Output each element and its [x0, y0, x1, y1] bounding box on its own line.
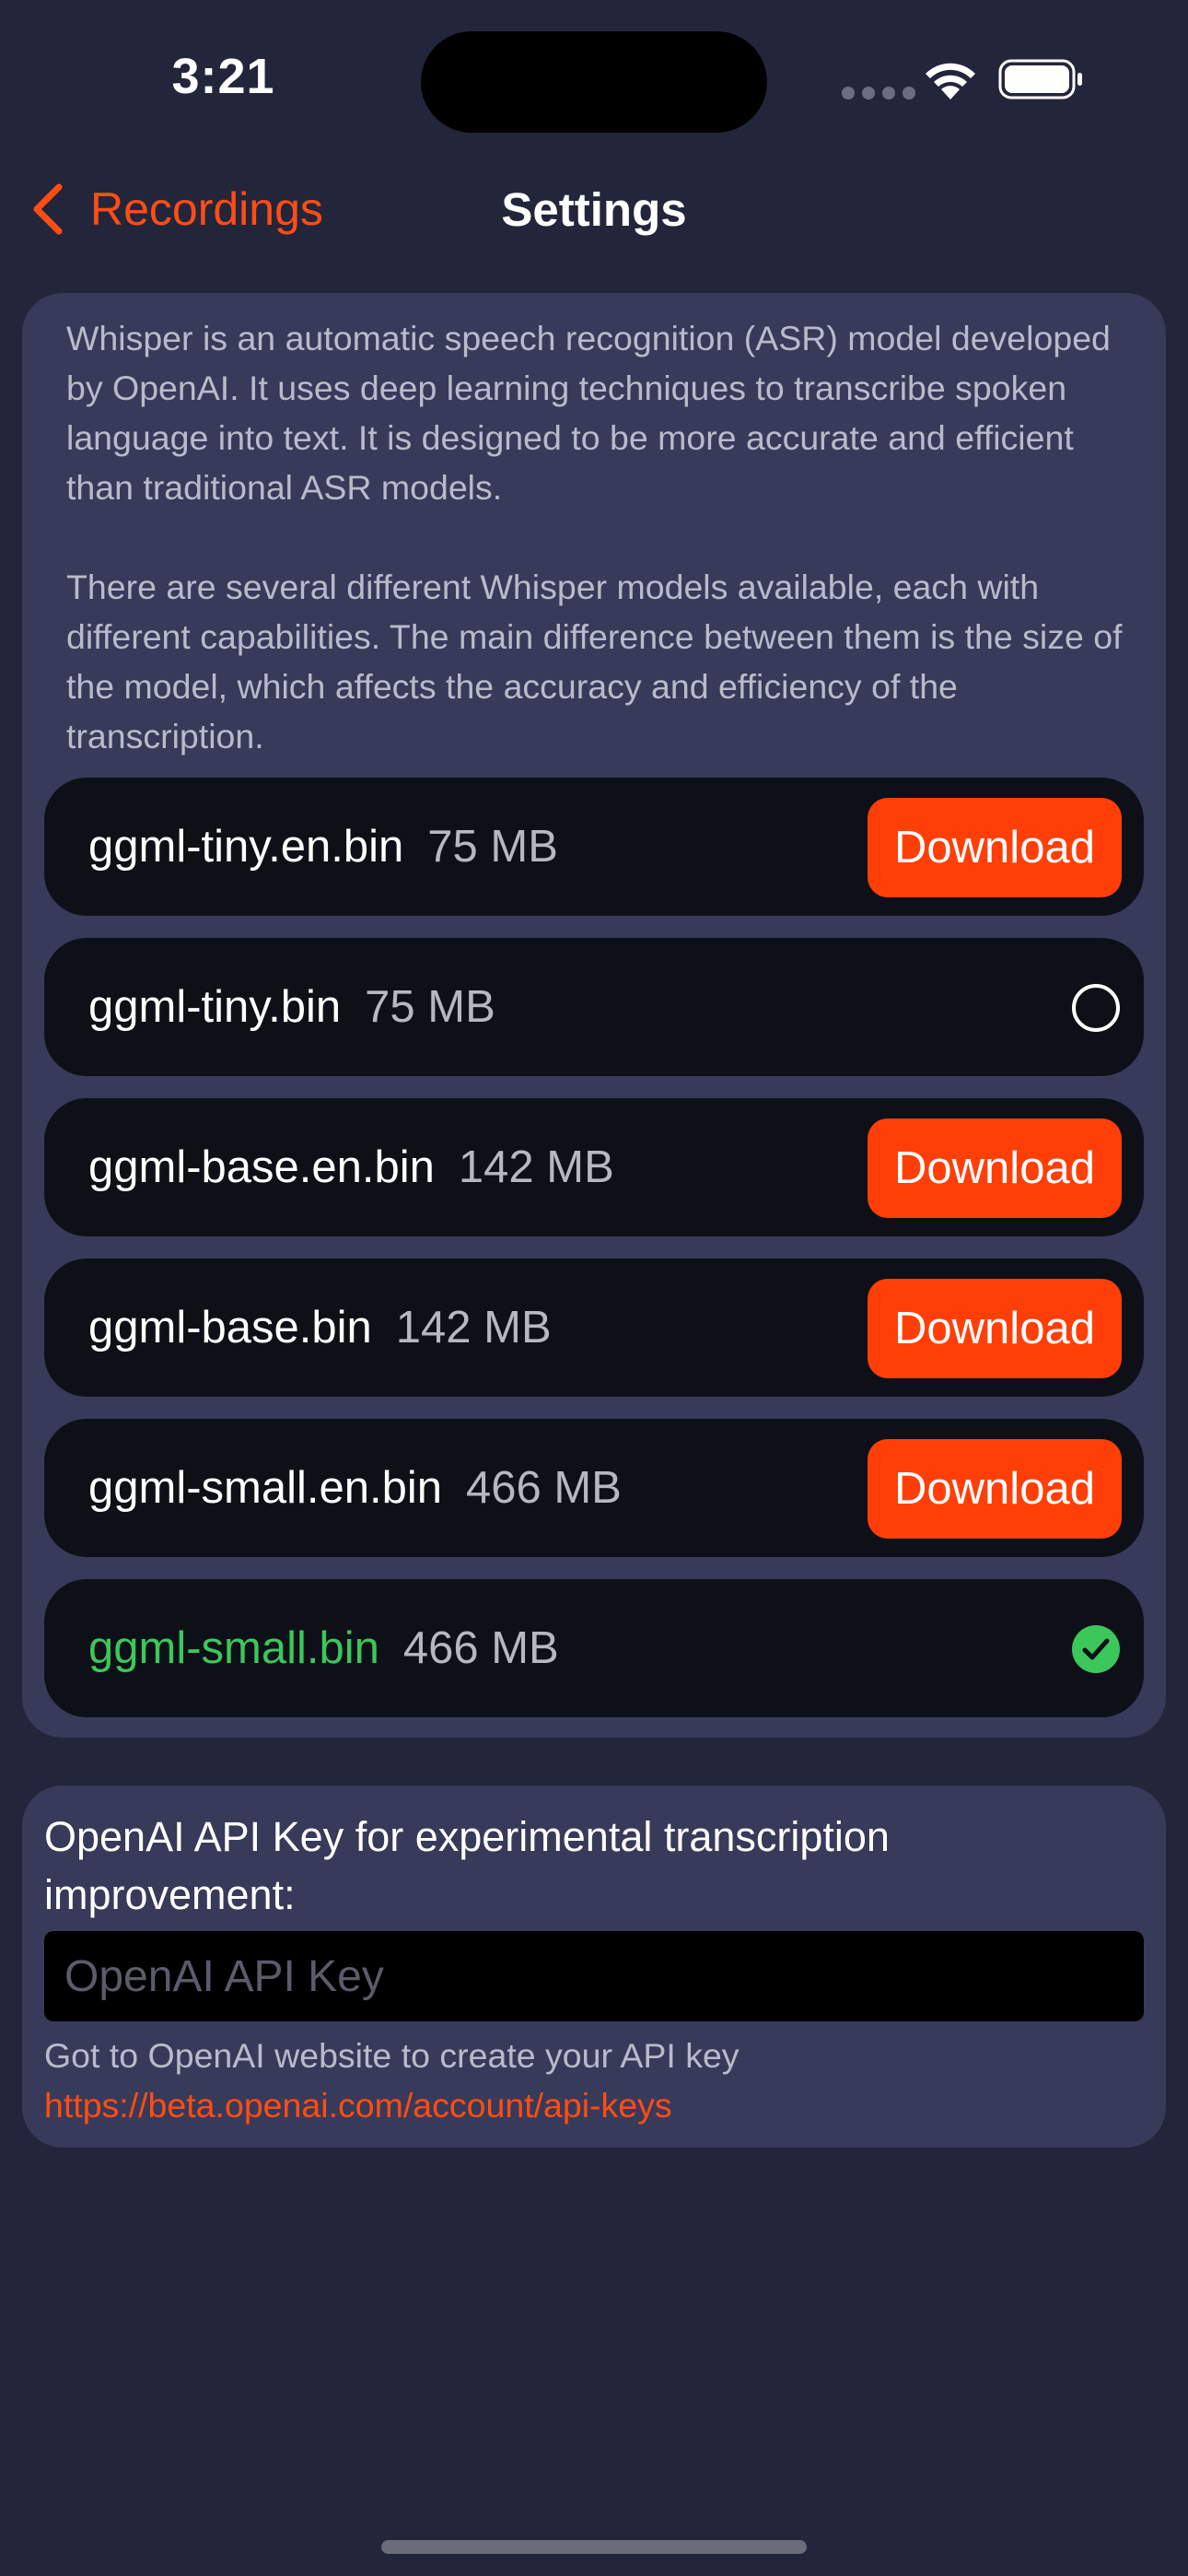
model-size: 75 MB — [427, 822, 558, 872]
status-time: 3:21 — [171, 49, 275, 104]
description-paragraph: Whisper is an automatic speech recogniti… — [66, 319, 1111, 507]
model-name: ggml-small.en.bin — [88, 1463, 442, 1513]
models-card: Whisper is an automatic speech recogniti… — [22, 293, 1166, 1738]
model-row-small-en: ggml-small.en.bin 466 MB Download — [44, 1419, 1144, 1557]
page-title: Settings — [501, 183, 687, 236]
download-button[interactable]: Download — [868, 1279, 1122, 1378]
api-key-card: OpenAI API Key for experimental transcri… — [22, 1786, 1166, 2148]
dynamic-island — [421, 31, 767, 133]
model-row-small[interactable]: ggml-small.bin 466 MB — [44, 1579, 1144, 1717]
description-paragraph: There are several different Whisper mode… — [66, 568, 1123, 755]
model-size: 466 MB — [402, 1623, 559, 1673]
cellular-signal-icon — [842, 87, 915, 100]
radio-unselected-icon[interactable] — [1072, 984, 1120, 1032]
download-button[interactable]: Download — [868, 798, 1122, 897]
api-key-help: Got to OpenAI website to create your API… — [44, 2031, 1131, 2130]
wifi-icon — [926, 63, 975, 100]
model-row-tiny[interactable]: ggml-tiny.bin 75 MB — [44, 938, 1144, 1076]
model-size: 142 MB — [458, 1142, 614, 1192]
home-indicator[interactable] — [381, 2540, 807, 2554]
model-size: 142 MB — [395, 1303, 552, 1352]
navigation-bar: Recordings Settings — [0, 166, 1188, 249]
model-size: 75 MB — [365, 982, 495, 1032]
download-button[interactable]: Download — [868, 1118, 1122, 1218]
model-row-tiny-en: ggml-tiny.en.bin 75 MB Download — [44, 778, 1144, 916]
model-name: ggml-base.bin — [88, 1303, 372, 1352]
model-row-base: ggml-base.bin 142 MB Download — [44, 1259, 1144, 1397]
model-row-base-en: ggml-base.en.bin 142 MB Download — [44, 1098, 1144, 1236]
battery-icon — [998, 59, 1082, 100]
model-size: 466 MB — [466, 1463, 622, 1513]
api-key-input[interactable] — [44, 1931, 1144, 2021]
api-key-help-text: Got to OpenAI website to create your API… — [44, 2036, 740, 2075]
model-name: ggml-tiny.en.bin — [88, 822, 404, 872]
download-button[interactable]: Download — [868, 1439, 1122, 1539]
checkmark-circle-icon[interactable] — [1072, 1625, 1120, 1673]
model-name: ggml-tiny.bin — [88, 982, 342, 1032]
model-name-selected: ggml-small.bin — [88, 1623, 379, 1673]
model-name: ggml-base.en.bin — [88, 1142, 435, 1192]
models-description: Whisper is an automatic speech recogniti… — [66, 313, 1144, 761]
status-bar: 3:21 — [0, 0, 1188, 157]
api-key-label: OpenAI API Key for experimental transcri… — [44, 1813, 890, 1918]
api-key-link[interactable]: https://beta.openai.com/account/api-keys — [44, 2086, 672, 2125]
